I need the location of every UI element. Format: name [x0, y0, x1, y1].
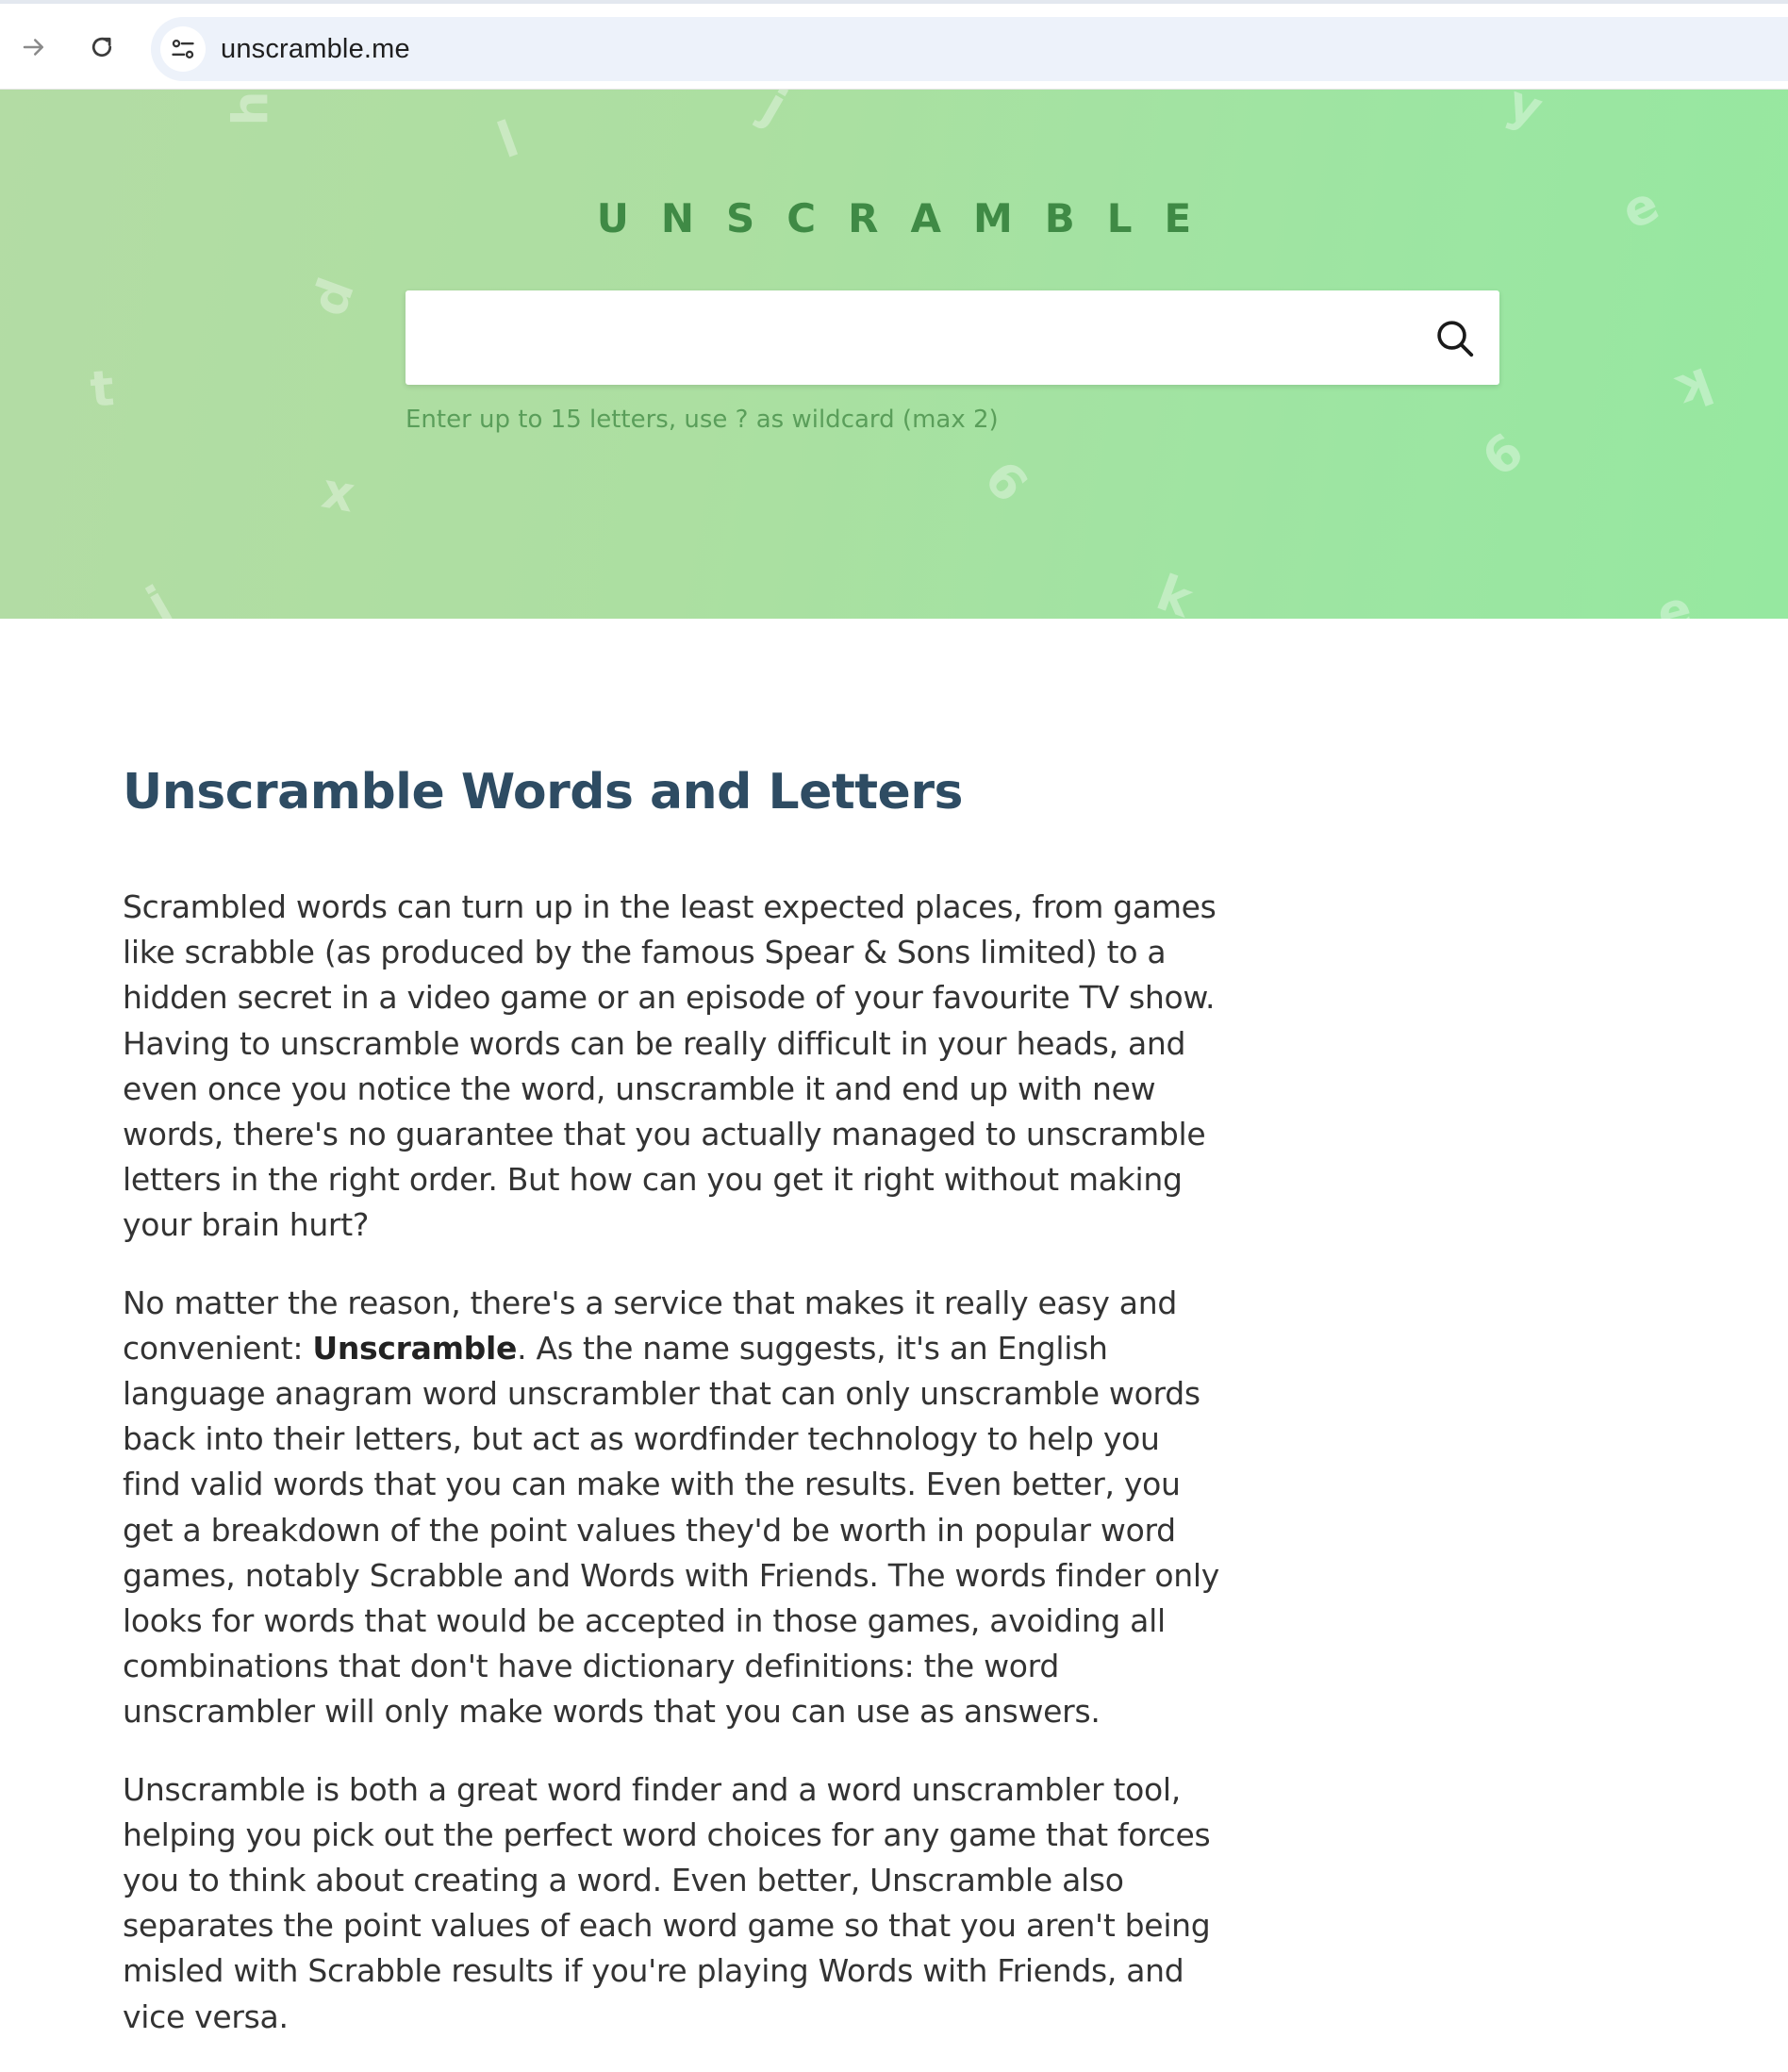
url-text[interactable]: unscramble.me	[221, 35, 410, 63]
arrow-forward-icon	[23, 39, 43, 56]
background-letter: k	[1669, 355, 1720, 421]
paragraph-text: . As the name suggests, it's an English …	[123, 1329, 1219, 1731]
search-box	[406, 290, 1499, 385]
background-letter: l	[490, 110, 526, 171]
background-letter: h	[223, 91, 280, 126]
background-letter: t	[88, 360, 117, 419]
background-letter: e	[1650, 580, 1698, 619]
reload-icon	[91, 37, 112, 58]
search-button[interactable]	[1432, 315, 1479, 362]
background-letter: x	[318, 462, 359, 524]
reload-button[interactable]	[83, 28, 121, 66]
background-letter: 6	[972, 450, 1038, 514]
article: Unscramble Words and Letters Scrambled w…	[123, 754, 1226, 2072]
address-bar[interactable]: unscramble.me	[151, 17, 1788, 81]
article-paragraph: Unscramble is both a great word finder a…	[123, 1770, 1211, 2035]
background-letter: p	[306, 273, 372, 325]
article-title: Unscramble Words and Letters	[123, 764, 963, 821]
background-letter: k	[1149, 564, 1200, 619]
forward-button[interactable]	[15, 28, 53, 66]
background-letter: 6	[1471, 423, 1535, 489]
article-paragraph: No matter the reason, there's a service …	[123, 1281, 1226, 1735]
background-letter: j	[138, 575, 181, 619]
background-letter: y	[1499, 90, 1550, 139]
search-hint: Enter up to 15 letters, use ? as wildcar…	[406, 406, 999, 434]
site-info-button[interactable]	[160, 26, 206, 72]
search-icon	[1437, 321, 1474, 357]
brand-name: Unscramble	[312, 1329, 518, 1367]
browser-toolbar: unscramble.me	[0, 0, 1788, 90]
search-input[interactable]	[406, 290, 1405, 385]
hero-banner: h l j y e p t k 6 x 6 j k e UNSCRAMBLE E…	[0, 90, 1788, 619]
background-letter: j	[753, 90, 796, 136]
article-paragraph: Scrambled words can turn up in the least…	[123, 888, 1217, 1244]
tune-icon	[172, 39, 194, 59]
site-logo[interactable]: UNSCRAMBLE	[0, 195, 1788, 241]
